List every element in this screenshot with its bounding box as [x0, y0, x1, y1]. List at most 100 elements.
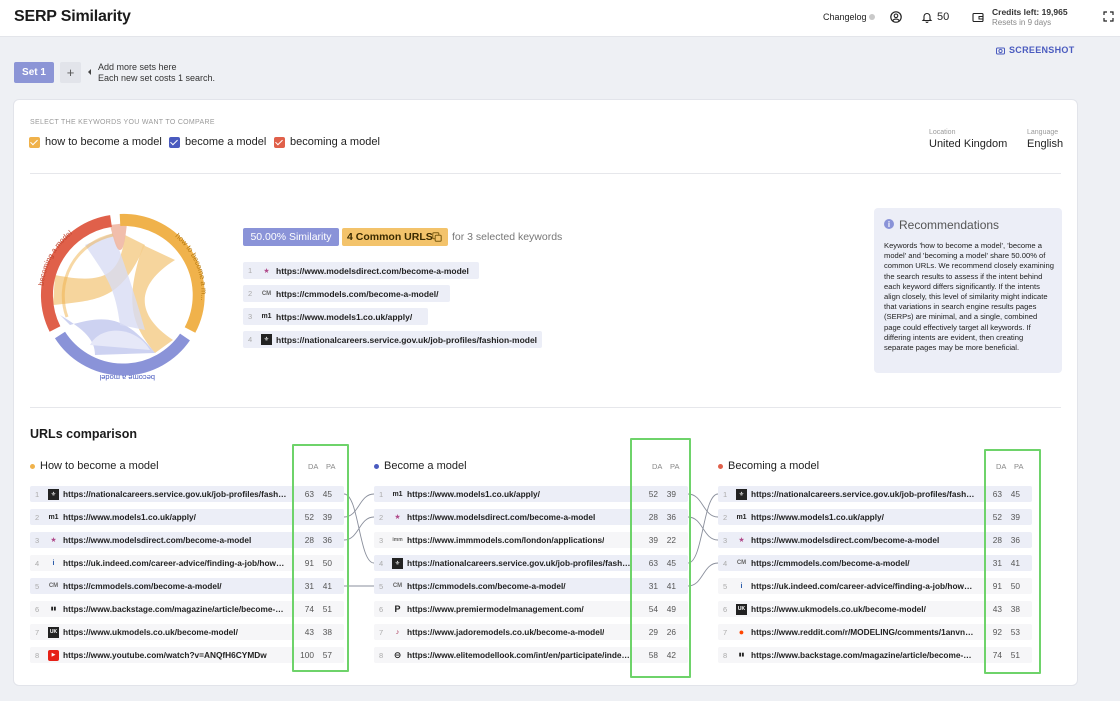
chord-label-b: become a model: [99, 373, 155, 382]
set-tab-1[interactable]: Set 1: [14, 62, 54, 83]
main-card: [13, 99, 1078, 686]
url-text: https://www.models1.co.uk/apply/: [751, 512, 884, 522]
url-text: https://www.premiermodelmanagement.com/: [407, 604, 584, 614]
add-sets-hint: Add more sets here: [98, 62, 177, 72]
top-bar: SERP Similarity Changelog 50 Credits lef…: [0, 0, 1120, 37]
row-number: 1: [35, 489, 40, 499]
language-label: Language: [1027, 129, 1059, 136]
row-number: 7: [379, 627, 384, 637]
url-text: https://uk.indeed.com/career-advice/find…: [63, 558, 287, 568]
row-number: 7: [723, 627, 728, 637]
backstage-icon: ▮▮: [738, 652, 745, 658]
checkbox-checked-icon[interactable]: [169, 136, 180, 148]
add-set-button[interactable]: +: [60, 62, 81, 83]
app-title: SERP Similarity: [14, 8, 131, 25]
imm-icon: imm: [392, 537, 403, 543]
star-icon: ★: [50, 537, 57, 544]
uk-icon: UK: [48, 626, 59, 638]
url-text: https://nationalcareers.service.gov.uk/j…: [407, 558, 631, 568]
highlight-box: [292, 444, 349, 672]
url-text: https://www.modelsdirect.com/become-a-mo…: [751, 535, 940, 545]
copy-icon[interactable]: [432, 232, 442, 242]
row-number: 4: [723, 558, 728, 568]
location-value: United Kingdom: [929, 138, 1008, 150]
cm-icon: CM: [736, 560, 747, 566]
checkbox-checked-icon[interactable]: [274, 136, 285, 148]
camera-icon[interactable]: [996, 46, 1005, 55]
cm-icon: CM: [392, 583, 403, 589]
column-dot: [374, 464, 379, 469]
row-number: 3: [379, 535, 384, 545]
credits-left: Credits left: 19,965: [992, 7, 1068, 17]
crest-icon: ⚜: [392, 557, 403, 569]
changelog-status-dot: [869, 14, 875, 20]
user-icon[interactable]: [890, 11, 902, 23]
keyword-checkbox-2[interactable]: become a model: [169, 135, 266, 149]
star-icon: ★: [394, 514, 401, 521]
url-text: https://www.ukmodels.co.uk/become-model/: [63, 627, 238, 637]
cm-icon: CM: [261, 290, 272, 297]
row-number: 7: [35, 627, 40, 637]
column-title: Become a model: [384, 460, 467, 472]
keyword-checkbox-3[interactable]: becoming a model: [274, 135, 380, 149]
notification-count: 50: [937, 11, 950, 23]
row-number: 8: [35, 650, 40, 660]
m1-icon: m1: [261, 313, 272, 320]
url-text: https://www.elitemodellook.com/int/en/pa…: [407, 650, 631, 660]
screenshot-button[interactable]: SCREENSHOT: [1009, 45, 1075, 55]
row-number: 6: [723, 604, 728, 614]
star-icon: ★: [738, 537, 745, 544]
row-number: 8: [723, 650, 728, 660]
row-number: 4: [379, 558, 384, 568]
common-urls-label: 4 Common URLS: [347, 231, 433, 243]
column-title: How to become a model: [40, 460, 159, 472]
row-number: 2: [379, 512, 384, 522]
common-url-row[interactable]: 1 ★ https://www.modelsdirect.com/become-…: [243, 262, 479, 279]
crest-icon: ⚜: [48, 488, 59, 500]
row-number: 4: [35, 558, 40, 568]
expand-icon[interactable]: [1103, 11, 1114, 22]
row-number: 3: [35, 535, 40, 545]
wallet-icon[interactable]: [972, 11, 984, 23]
elite-icon: ⊖: [393, 649, 402, 660]
url-text: https://cmmodels.com/become-a-model/: [63, 581, 222, 591]
row-number: 3: [723, 535, 728, 545]
highlight-box: [984, 449, 1041, 674]
checkbox-checked-icon[interactable]: [29, 136, 40, 148]
url-text: https://www.ukmodels.co.uk/become-model/: [751, 604, 926, 614]
common-url-row[interactable]: 3 m1 https://www.models1.co.uk/apply/: [243, 308, 428, 325]
keyword-checkbox-1[interactable]: how to become a model: [29, 135, 162, 149]
add-sets-cost: Each new set costs 1 search.: [98, 73, 216, 83]
jadore-icon: ♪: [395, 628, 400, 636]
recommendations-body: Keywords 'how to become a model', 'becom…: [884, 241, 1054, 353]
changelog-link[interactable]: Changelog: [823, 12, 867, 22]
similarity-badge: 50.00% Similarity: [243, 228, 339, 246]
highlight-box: [630, 438, 691, 678]
keyword-label: becoming a model: [290, 136, 380, 148]
common-url-row[interactable]: 2 CM https://cmmodels.com/become-a-model…: [243, 285, 450, 302]
column-title: Becoming a model: [728, 460, 820, 472]
url-text: https://www.modelsdirect.com/become-a-mo…: [407, 512, 596, 522]
youtube-icon: ▶: [48, 649, 59, 661]
crest-icon: ⚜: [736, 488, 747, 500]
url-text: https://cmmodels.com/become-a-model/: [751, 558, 910, 568]
url-text: https://www.models1.co.uk/apply/: [407, 489, 540, 499]
row-number: 2: [723, 512, 728, 522]
url-text: https://uk.indeed.com/career-advice/find…: [751, 581, 975, 591]
keyword-label: how to become a model: [45, 136, 162, 148]
indeed-icon: i: [740, 582, 743, 590]
url-text: https://nationalcareers.service.gov.uk/j…: [63, 489, 287, 499]
urls-comparison-title: URLs comparison: [30, 427, 137, 441]
credits-reset: Resets in 9 days: [992, 18, 1052, 27]
url-text: https://www.modelsdirect.com/become-a-mo…: [63, 535, 252, 545]
row-number: 1: [723, 489, 728, 499]
common-url-row[interactable]: 4 ⚜ https://nationalcareers.service.gov.…: [243, 331, 542, 348]
language-value: English: [1027, 138, 1064, 150]
crest-icon: ⚜: [261, 334, 272, 345]
url-text: https://www.immmodels.com/london/applica…: [407, 535, 605, 545]
url-text: https://www.jadoremodels.co.uk/become-a-…: [407, 627, 605, 637]
divider: [30, 173, 1061, 174]
bell-icon[interactable]: [921, 11, 933, 23]
backstage-icon: ▮▮: [50, 606, 57, 612]
selected-keywords-text: for 3 selected keywords: [452, 231, 563, 243]
